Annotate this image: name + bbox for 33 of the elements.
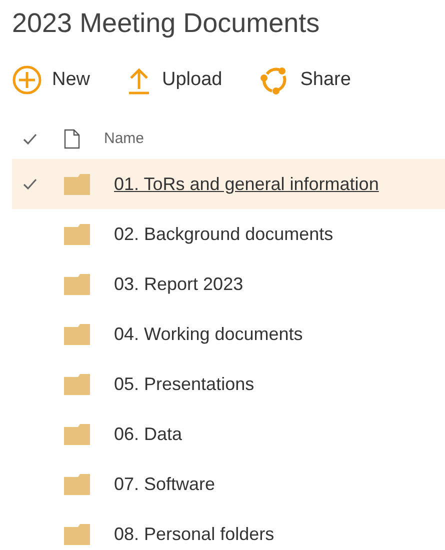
folder-row[interactable]: 07. Software [12,459,445,509]
folder-name[interactable]: 06. Data [114,420,182,448]
folder-icon [64,523,90,545]
folder-name[interactable]: 05. Presentations [114,370,254,398]
folder-icon [64,173,90,195]
share-button[interactable]: Share [258,65,351,95]
folder-name[interactable]: 07. Software [114,470,216,498]
folder-name[interactable]: 02. Background documents [114,220,334,248]
page-title: 2023 Meeting Documents [12,7,321,40]
folder-icon [64,223,90,245]
folder-row[interactable]: 06. Data [12,409,445,459]
folder-name[interactable]: 01. ToRs and general information [114,170,379,198]
folder-row[interactable]: 08. Personal folders [12,509,445,550]
folder-icon [64,473,90,495]
folder-row[interactable]: 04. Working documents [12,309,445,359]
file-icon [64,129,80,149]
folder-name[interactable]: 03. Report 2023 [114,270,244,298]
folder-name[interactable]: 04. Working documents [114,320,303,348]
checkmark-icon [22,176,38,192]
folder-row[interactable]: 02. Background documents [12,209,445,259]
upload-button[interactable]: Upload [126,65,222,95]
folder-name[interactable]: 08. Personal folders [114,520,274,548]
new-button[interactable]: New [12,65,90,95]
folder-row[interactable]: 03. Report 2023 [12,259,445,309]
folder-icon [64,323,90,345]
plus-circle-icon [12,65,42,95]
folder-row[interactable]: 01. ToRs and general information [12,159,445,209]
folder-row[interactable]: 05. Presentations [12,359,445,409]
select-all-checkmark[interactable] [22,131,38,147]
folder-icon [64,373,90,395]
column-header[interactable]: Name [104,128,144,150]
folder-icon [64,273,90,295]
folder-icon [64,423,90,445]
